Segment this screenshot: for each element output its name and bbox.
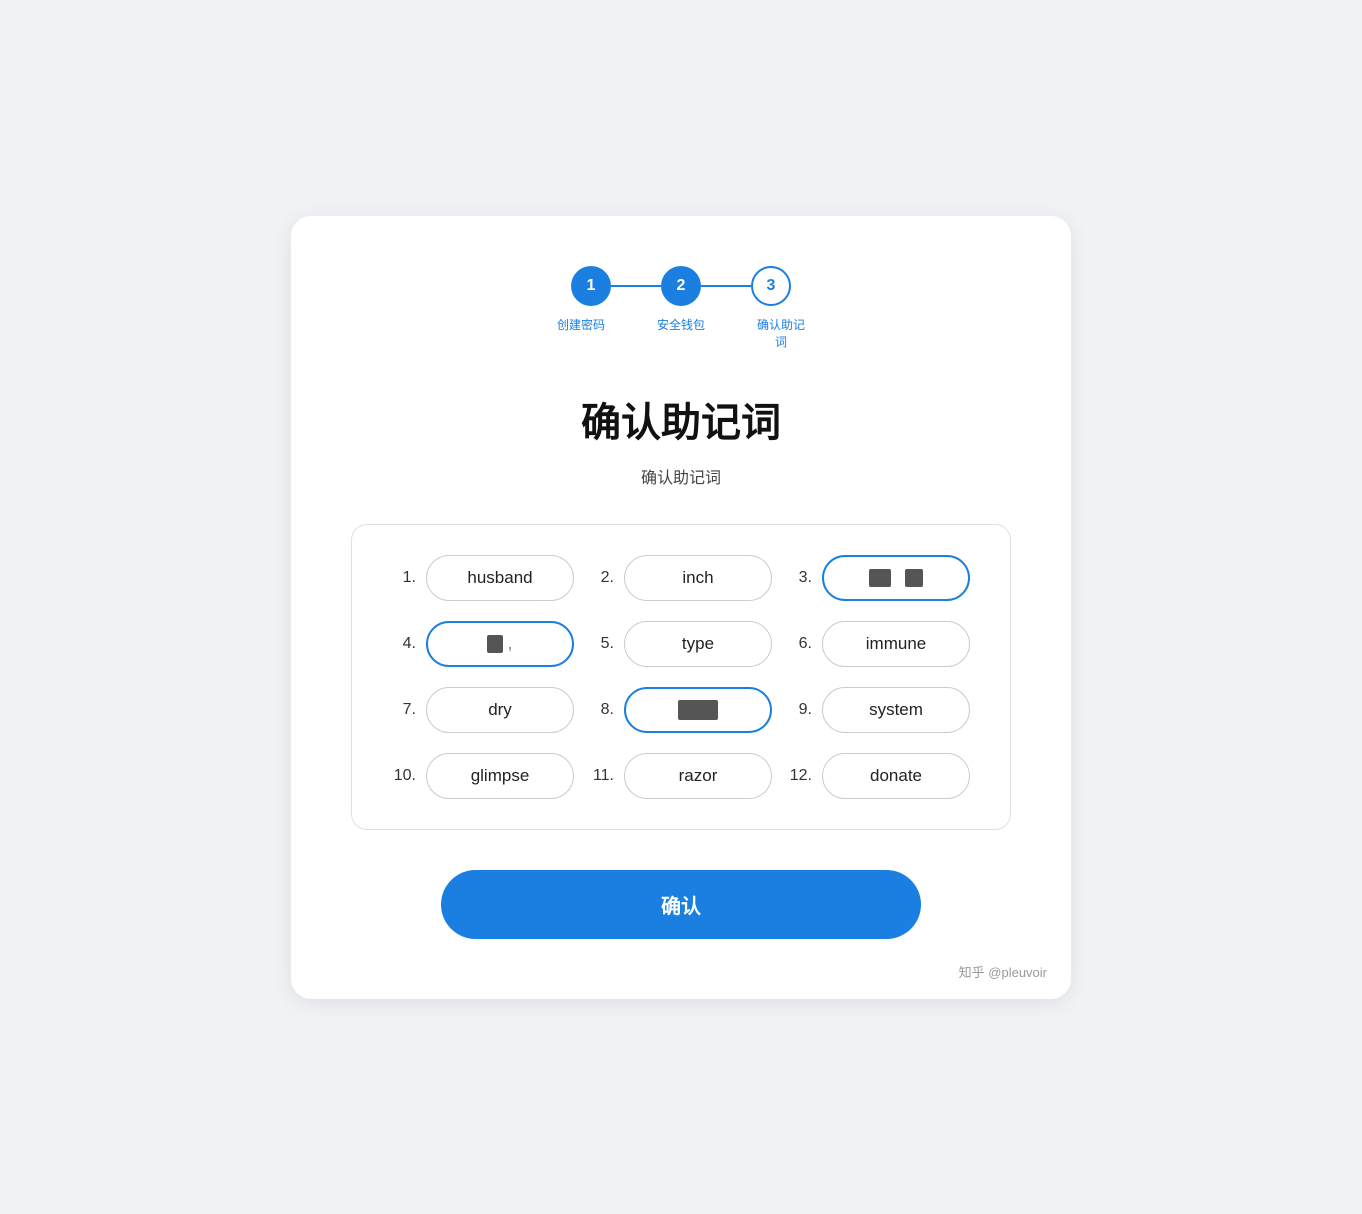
word-item-9: 9. system: [788, 687, 970, 733]
stepper-labels: 创建密码 安全钱包 确认助记 词: [546, 316, 816, 350]
words-container: 1. husband 2. inch 3. 4.: [351, 524, 1011, 830]
word-number-10: 10.: [392, 767, 416, 785]
word-box-12[interactable]: donate: [822, 753, 970, 799]
word-box-2[interactable]: inch: [624, 555, 772, 601]
redacted-3b: [905, 569, 923, 587]
step-3-circle: 3: [751, 266, 791, 306]
word-item-8: 8.: [590, 687, 772, 733]
word-number-5: 5.: [590, 635, 614, 653]
word-box-7[interactable]: dry: [426, 687, 574, 733]
word-item-6: 6. immune: [788, 621, 970, 667]
word-number-8: 8.: [590, 701, 614, 719]
step-1-circle: 1: [571, 266, 611, 306]
word-item-4: 4. ,: [392, 621, 574, 667]
word-box-6[interactable]: immune: [822, 621, 970, 667]
word-item-2: 2. inch: [590, 555, 772, 601]
word-number-3: 3.: [788, 569, 812, 587]
page-title: 确认助记词: [351, 390, 1011, 448]
step-line-2: [701, 285, 751, 287]
word-box-1[interactable]: husband: [426, 555, 574, 601]
word-item-1: 1. husband: [392, 555, 574, 601]
redacted-4: [487, 635, 503, 653]
stepper: 1 2 3 创建密码 安全钱包 确认助记 词: [351, 266, 1011, 350]
word-item-10: 10. glimpse: [392, 753, 574, 799]
word-box-5[interactable]: type: [624, 621, 772, 667]
word-number-6: 6.: [788, 635, 812, 653]
word-number-12: 12.: [788, 767, 812, 785]
page-subtitle: 确认助记词: [351, 464, 1011, 488]
word-box-3[interactable]: [822, 555, 970, 601]
step-1-label: 创建密码: [546, 316, 616, 333]
step-3-label: 确认助记 词: [746, 316, 816, 350]
word-item-11: 11. razor: [590, 753, 772, 799]
stepper-circles: 1 2 3: [571, 266, 791, 306]
step-2-label: 安全钱包: [646, 316, 716, 333]
word-number-11: 11.: [590, 767, 614, 785]
word-item-3: 3.: [788, 555, 970, 601]
word-box-11[interactable]: razor: [624, 753, 772, 799]
word-number-2: 2.: [590, 569, 614, 587]
step-line-1: [611, 285, 661, 287]
word-box-9[interactable]: system: [822, 687, 970, 733]
step-2-circle: 2: [661, 266, 701, 306]
word-item-5: 5. type: [590, 621, 772, 667]
redacted-8: [678, 700, 718, 720]
word-number-1: 1.: [392, 569, 416, 587]
word-number-9: 9.: [788, 701, 812, 719]
word-number-7: 7.: [392, 701, 416, 719]
confirm-button[interactable]: 确认: [441, 870, 921, 939]
redacted-3a: [869, 569, 891, 587]
word-item-12: 12. donate: [788, 753, 970, 799]
cursor-4: ,: [507, 633, 512, 654]
word-box-8[interactable]: [624, 687, 772, 733]
word-box-10[interactable]: glimpse: [426, 753, 574, 799]
word-item-7: 7. dry: [392, 687, 574, 733]
word-box-4[interactable]: ,: [426, 621, 574, 667]
main-card: 1 2 3 创建密码 安全钱包 确认助记 词 确认助记词 确认助记词 1. hu…: [291, 216, 1071, 999]
word-number-4: 4.: [392, 635, 416, 653]
words-grid: 1. husband 2. inch 3. 4.: [392, 555, 970, 799]
watermark: 知乎 @pleuvoir: [959, 962, 1047, 981]
